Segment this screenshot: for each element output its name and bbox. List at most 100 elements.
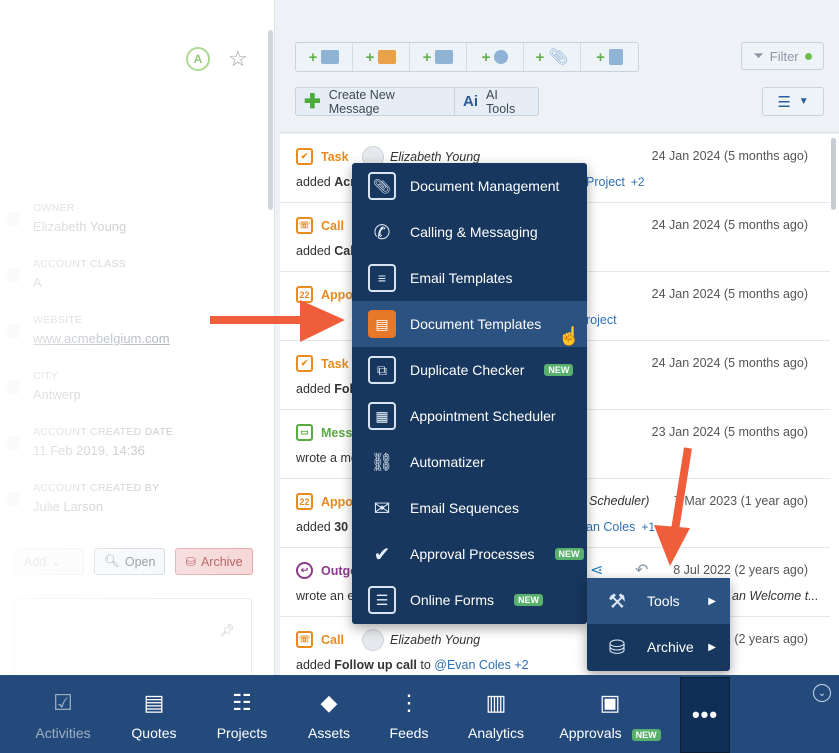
email-template-icon: ≡ (368, 264, 396, 292)
nav-assets[interactable]: ◆ Assets (302, 675, 356, 753)
left-scrollbar[interactable] (268, 30, 273, 210)
archive-label: Archive (200, 554, 243, 569)
create-message-label: Create New Message (328, 87, 395, 116)
plus-icon: + (596, 48, 605, 66)
add-task-button[interactable]: + (410, 43, 467, 71)
feed-user-name: Elizabeth Young (390, 150, 481, 164)
add-button[interactable]: Add ⌄ (14, 548, 84, 575)
nav-label: Analytics (467, 725, 525, 741)
feeds-icon: ⋮ (398, 690, 420, 715)
submenu-tools[interactable]: ⚒ Tools ▶ (587, 578, 730, 624)
menu-item-document-templates[interactable]: ▤ Document Templates (352, 301, 587, 347)
project-link[interactable]: roject (586, 313, 617, 327)
mention-link[interactable]: @Evan Coles (434, 658, 511, 672)
feed-link[interactable]: an Coles +1 (586, 520, 655, 534)
nav-activities[interactable]: ☑ Activities (0, 675, 126, 753)
scheduler-text: Scheduler) (589, 494, 650, 508)
feed-link[interactable]: Project +2 (586, 175, 645, 189)
feed-date: 24 Jan 2024 (5 months ago) (651, 287, 808, 301)
collapse-icon[interactable]: ⌄ (813, 684, 831, 702)
feed-desc-bold: d Qua (296, 313, 332, 327)
menu-item-duplicate-checker[interactable]: ⧉ Duplicate Checker NEW (352, 347, 587, 393)
nav-feeds[interactable]: ⋮ Feeds (356, 675, 462, 753)
nav-projects[interactable]: ☷ Projects (182, 675, 302, 753)
plus-icon: ✚ (304, 90, 321, 113)
view-menu-button[interactable]: ☰ ▼ (762, 87, 824, 116)
add-attachment-button[interactable]: + 📎︎ (524, 43, 581, 71)
ai-icon: Ai (463, 93, 479, 110)
document-template-icon: ▤ (368, 310, 396, 338)
field-created-date: ACCOUNT CREATED DATE 11 Feb 2019, 14:36 (33, 426, 173, 458)
feed-type: ☏ Call (296, 217, 344, 234)
nav-approvals[interactable]: ▣ Approvals NEW (530, 675, 690, 753)
call-icon: ☏ (296, 631, 313, 648)
add-appointment-button[interactable]: + (353, 43, 410, 71)
email-subject: an Welcome t... (732, 589, 819, 603)
feed-desc-text: added (296, 244, 335, 258)
feed-user-name: Elizabeth Young (390, 633, 481, 647)
submenu-archive[interactable]: ⛁ Archive ▶ (587, 624, 730, 670)
account-header-icons: A ☆ (186, 47, 248, 71)
menu-item-online-forms[interactable]: ☰ Online Forms NEW (352, 577, 587, 623)
new-badge: NEW (514, 594, 544, 606)
lower-card: 📌︎ (14, 598, 252, 675)
menu-item-label: Online Forms (410, 592, 495, 608)
menu-item-automatizer[interactable]: ⛓ Automatizer (352, 439, 587, 485)
feed-date: 8 Jul 2022 (2 years ago) (673, 563, 808, 577)
menu-item-label: Email Templates (410, 270, 513, 286)
feed-desc: added Follow up call to @Evan Coles +2 (296, 658, 529, 672)
menu-item-approval-processes[interactable]: ✔ Approval Processes NEW (352, 531, 587, 577)
more-button[interactable]: ••• (680, 677, 730, 753)
menu-item-label: Duplicate Checker (410, 362, 525, 378)
menu-item-calling-messaging[interactable]: ✆ Calling & Messaging (352, 209, 587, 255)
menu-item-email-templates[interactable]: ≡ Email Templates (352, 255, 587, 301)
menu-item-email-sequences[interactable]: ✉ Email Sequences (352, 485, 587, 531)
field-owner: OWNER Elizabeth Young (33, 202, 126, 234)
star-icon[interactable]: ☆ (228, 48, 248, 70)
feed-scrollbar[interactable] (831, 138, 836, 210)
project-link[interactable]: Project (586, 175, 625, 189)
share-icon[interactable]: ⋖ (590, 560, 603, 580)
menu-item-appointment-scheduler[interactable]: ▦ Appointment Scheduler (352, 393, 587, 439)
feed-type: ▭ Messa (296, 424, 359, 441)
list-icon (435, 50, 454, 64)
reply-icon[interactable]: ↶ (635, 560, 648, 580)
feed-desc-text: added (296, 175, 335, 189)
duplicate-icon: ⧉ (368, 356, 396, 384)
more-count[interactable]: +2 (631, 175, 645, 189)
filter-label: Filter (769, 48, 799, 64)
add-contact-button[interactable]: + (467, 43, 524, 71)
field-label: WEBSITE (33, 314, 83, 326)
ai-tools-button[interactable]: Ai AI Tools (454, 88, 538, 116)
field-created-by: ACCOUNT CREATED BY Julie Larson (33, 482, 159, 514)
feed-desc: added Acn (296, 175, 358, 189)
feed-item[interactable]: ☏ Call Elizabeth Young 2 (2 years ago) ad… (280, 617, 830, 675)
add-message-button[interactable]: + (296, 43, 353, 71)
more-tools-menu: 📎︎ Document Management ✆ Calling & Messa… (352, 163, 587, 624)
more-count[interactable]: +1 (641, 520, 655, 534)
create-message-button[interactable]: ✚ Create New Message (296, 87, 454, 116)
add-note-button[interactable]: + (581, 43, 638, 71)
mention-link[interactable]: an Coles (586, 520, 635, 534)
filter-status-dot (804, 52, 812, 60)
menu-item-document-management[interactable]: 📎︎ Document Management (352, 163, 587, 209)
website-link[interactable]: www.acmebelgium.com (33, 331, 170, 346)
feed-type-label: Task (321, 356, 349, 371)
message-icon: ▭ (296, 424, 313, 441)
more-count[interactable]: +2 (514, 658, 528, 672)
nav-quotes[interactable]: ▤ Quotes (126, 675, 182, 753)
feed-type: 22 Appoi (296, 286, 356, 303)
note-icon (608, 49, 623, 65)
feed-desc-suffix: to (416, 658, 435, 672)
chevron-right-icon: ▶ (708, 641, 716, 653)
feed-link[interactable]: roject (586, 313, 617, 327)
nav-analytics[interactable]: ▥ Analytics (462, 675, 530, 753)
open-button[interactable]: 🔍︎ Open (94, 548, 166, 575)
feed-type: ✔ Task (296, 355, 349, 372)
field-label: OWNER (33, 202, 75, 214)
archive-button[interactable]: ⛁ Archive (175, 548, 253, 575)
pin-icon[interactable]: 📌︎ (220, 623, 235, 637)
filter-button[interactable]: ⏷ Filter (741, 42, 824, 70)
projects-icon: ☷ (232, 690, 252, 715)
call-icon: ☏ (296, 217, 313, 234)
